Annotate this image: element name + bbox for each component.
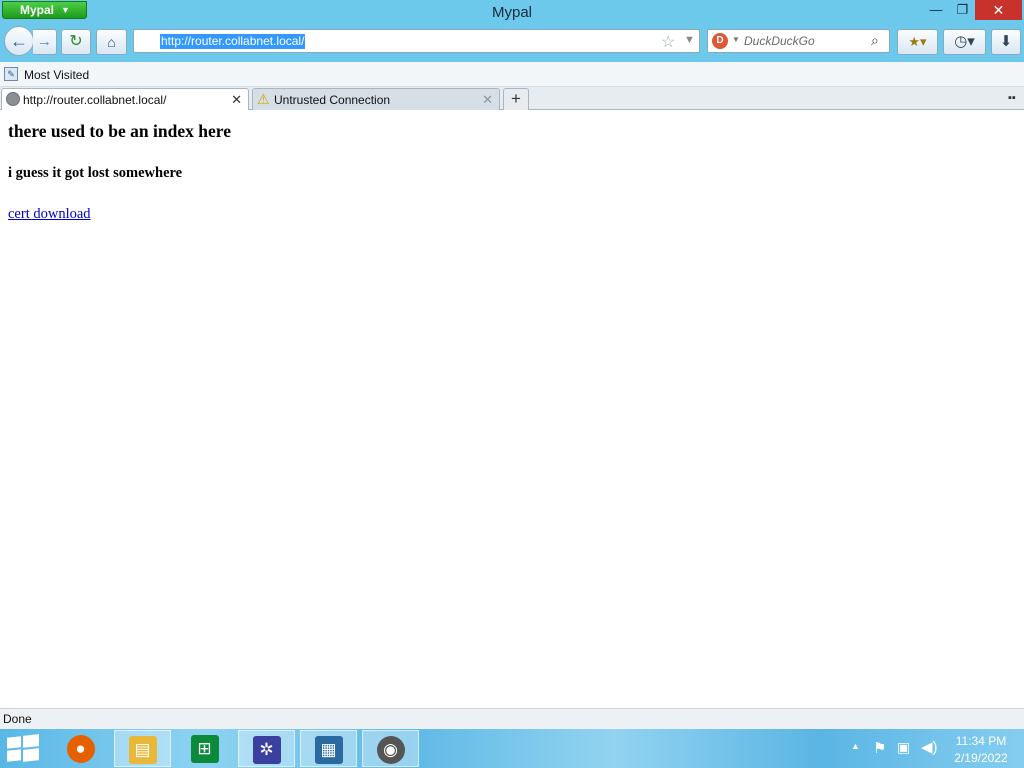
taskbar: ● ▤ ⊞ ✲ ▦ ◉ ▲ ⚑ ▣ ◀) 11:34 PM 2/19/2022 (0, 729, 1024, 768)
tab-list-icon[interactable]: ▪▪ (1008, 92, 1016, 104)
downloads-button[interactable]: ⬇ (991, 29, 1021, 55)
close-tab-icon[interactable]: ✕ (482, 92, 493, 108)
window-title: Mypal (491, 4, 532, 21)
chevron-down-icon: ▼ (61, 5, 70, 15)
warning-icon: ⚠ (257, 91, 270, 107)
duckduckgo-icon[interactable]: D (712, 33, 728, 49)
minimize-button[interactable]: — (922, 0, 950, 20)
start-button[interactable] (7, 734, 39, 763)
tab-label: Untrusted Connection (274, 93, 391, 107)
taskbar-news[interactable]: ▦ (300, 730, 357, 767)
volume-icon[interactable]: ◀) (921, 738, 938, 756)
forward-button[interactable]: → (33, 29, 57, 55)
news-icon: ▦ (314, 736, 343, 764)
status-text: Done (3, 712, 32, 726)
close-window-button[interactable]: ✕ (975, 0, 1022, 20)
network-icon[interactable]: ▣ (897, 739, 910, 756)
close-tab-icon[interactable]: ✕ (231, 92, 242, 108)
search-icon[interactable]: ⌕ (871, 32, 879, 49)
clock-date[interactable]: 2/19/2022 (950, 751, 1012, 765)
page-heading: there used to be an index here (8, 121, 231, 141)
taskbar-firefox[interactable]: ● (52, 730, 109, 767)
taskbar-settings[interactable]: ✲ (238, 730, 295, 767)
globe-icon (6, 92, 20, 106)
url-text[interactable]: http://router.collabnet.local/ (160, 34, 306, 49)
page-content: there used to be an index here i guess i… (0, 110, 1024, 708)
bookmark-most-visited[interactable]: Most Visited (24, 68, 89, 82)
back-button[interactable]: ← (4, 26, 34, 56)
history-button[interactable]: ◷▾ (943, 29, 986, 55)
search-bar[interactable]: D ▼ ⌕ (707, 29, 890, 53)
reload-button[interactable]: ↻ (61, 29, 91, 55)
store-icon: ⊞ (190, 735, 219, 763)
tab-untrusted-connection[interactable]: ⚠ Untrusted Connection ✕ (252, 88, 500, 110)
tab-strip: http://router.collabnet.local/ ✕ ⚠ Untru… (0, 87, 1024, 111)
url-history-dropdown-icon[interactable]: ▼ (684, 34, 695, 46)
restore-button[interactable]: ❐ (950, 0, 975, 20)
cert-download-link[interactable]: cert download (8, 206, 91, 223)
bookmarks-menu-button[interactable]: ★▾ (897, 29, 938, 55)
new-tab-button[interactable]: + (503, 88, 529, 110)
bookmarks-toolbar: ✎ Most Visited (0, 62, 1024, 87)
bookmark-star-icon[interactable]: ☆ (661, 32, 675, 52)
folder-icon: ▤ (128, 736, 157, 764)
most-visited-icon[interactable]: ✎ (4, 67, 18, 81)
home-button[interactable]: ⌂ (96, 29, 127, 55)
taskbar-file-explorer[interactable]: ▤ (114, 730, 171, 767)
taskbar-mypal[interactable]: ◉ (362, 730, 419, 767)
search-input[interactable] (744, 33, 869, 49)
app-menu-label: Mypal (20, 3, 55, 17)
firefox-icon: ● (66, 735, 95, 763)
action-center-flag-icon[interactable]: ⚑ (873, 739, 886, 757)
taskbar-store[interactable]: ⊞ (176, 730, 233, 767)
url-bar[interactable]: http://router.collabnet.local/ ☆ ▼ (133, 29, 700, 53)
raccoon-icon: ◉ (376, 736, 405, 764)
search-engine-dropdown-icon[interactable]: ▼ (732, 35, 740, 44)
gear-icon: ✲ (252, 736, 281, 764)
tab-router[interactable]: http://router.collabnet.local/ ✕ (1, 88, 249, 111)
status-bar: Done (0, 708, 1024, 729)
navigation-toolbar: ← → ↻ ⌂ http://router.collabnet.local/ ☆… (0, 26, 1024, 62)
windows-logo-icon (7, 736, 21, 749)
app-menu-button[interactable]: Mypal ▼ (2, 1, 87, 19)
page-subheading: i guess it got lost somewhere (8, 165, 183, 181)
title-bar: Mypal ▼ Mypal — ❐ ✕ (0, 0, 1024, 26)
clock-time[interactable]: 11:34 PM (955, 734, 1007, 748)
tab-label: http://router.collabnet.local/ (23, 93, 167, 107)
show-hidden-icons-icon[interactable]: ▲ (851, 741, 860, 751)
